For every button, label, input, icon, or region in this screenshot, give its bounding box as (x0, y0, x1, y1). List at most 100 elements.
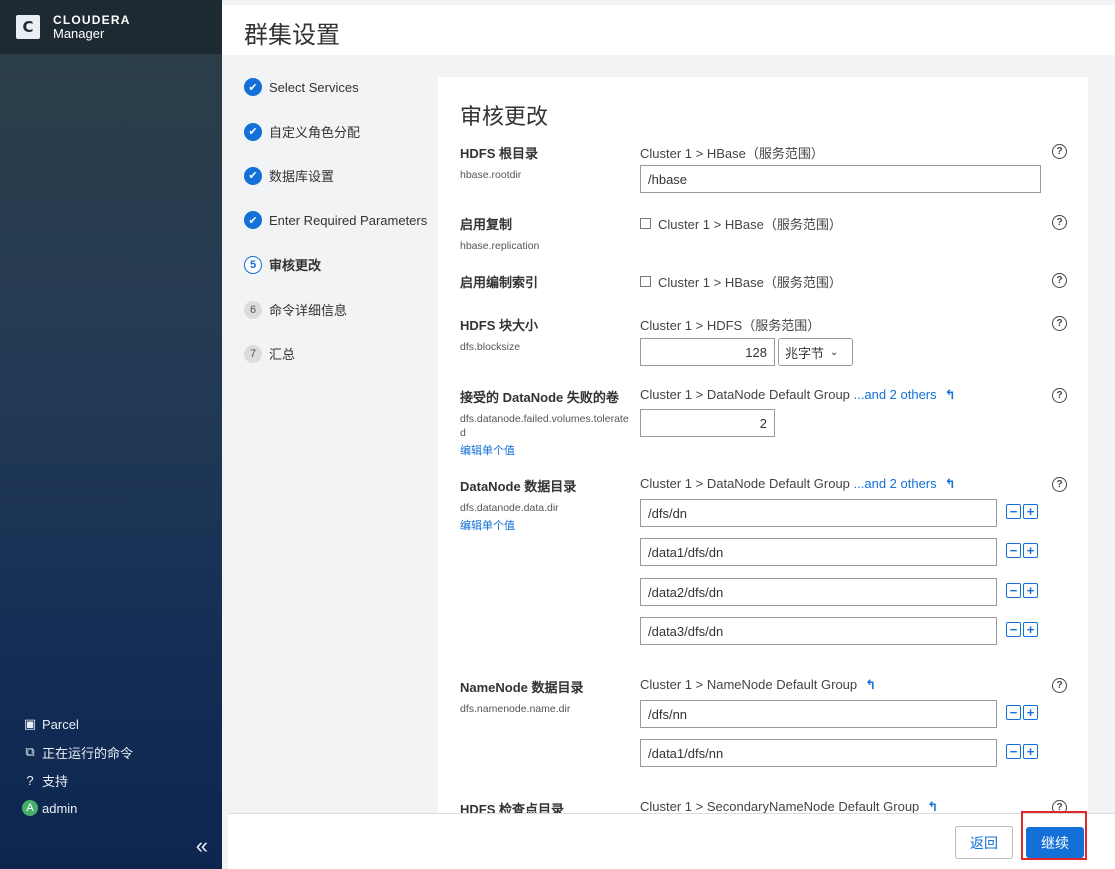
avatar: A (22, 800, 38, 816)
help-icon[interactable]: ? (1052, 388, 1067, 403)
param-scope: Cluster 1 > DataNode Default Group (640, 476, 854, 491)
brand-product: Manager (53, 26, 105, 41)
param-scope: Cluster 1 > HBase（服务范围） (658, 275, 842, 290)
undo-icon[interactable]: ↰ (865, 677, 876, 692)
and-others-link[interactable]: ...and 2 others (854, 476, 937, 491)
continue-button[interactable]: 继续 (1026, 827, 1084, 858)
sidebar: C CLOUDERA Manager ▣ Parcel ⧉ 正在运行的命令 ? … (0, 0, 222, 869)
check-icon: ✔ (244, 211, 262, 229)
sidebar-item-running-commands[interactable]: ⧉ 正在运行的命令 (22, 738, 133, 766)
page-header: 群集设置 (222, 0, 1115, 55)
remove-row-icon[interactable]: − (1006, 543, 1021, 558)
help-icon[interactable]: ? (1052, 316, 1067, 331)
undo-icon[interactable]: ↰ (927, 799, 938, 814)
failed-volumes-input[interactable]: 2 (640, 409, 775, 437)
brand[interactable]: C CLOUDERA Manager (0, 0, 222, 54)
hbase-rootdir-input[interactable]: /hbase (640, 165, 1041, 193)
sidebar-item-support[interactable]: ? 支持 (22, 766, 133, 794)
remove-row-icon[interactable]: − (1006, 744, 1021, 759)
step-summary: 7 汇总 (244, 344, 295, 363)
remove-row-icon[interactable]: − (1006, 504, 1021, 519)
param-scope: Cluster 1 > NameNode Default Group (640, 677, 858, 692)
param-key: dfs.datanode.data.dir (460, 502, 559, 514)
check-icon: ✔ (244, 122, 262, 141)
remove-row-icon[interactable]: − (1006, 583, 1021, 598)
param-scope: Cluster 1 > HDFS（服务范围） (640, 318, 821, 333)
and-others-link[interactable]: ...and 2 others (854, 387, 937, 402)
review-changes-panel: 审核更改 HDFS 根目录 hbase.rootdir Cluster 1 > … (438, 77, 1088, 817)
chevron-down-icon: ⌄ (830, 346, 839, 358)
datanode-dir-input[interactable]: /data3/dfs/dn (640, 617, 997, 645)
edit-individual-values-link[interactable]: 编辑单个值 (460, 442, 630, 458)
back-button[interactable]: 返回 (955, 826, 1013, 859)
continue-button-highlight: 继续 (1021, 811, 1087, 860)
check-icon: ✔ (244, 166, 262, 185)
undo-icon[interactable]: ↰ (945, 387, 956, 402)
edit-individual-values-link[interactable]: 编辑单个值 (460, 517, 630, 533)
namenode-dir-input[interactable]: /dfs/nn (640, 700, 997, 728)
param-key: dfs.namenode.name.dir (460, 703, 571, 715)
page-title: 群集设置 (244, 21, 340, 49)
step-label: Select Services (269, 79, 359, 95)
add-row-icon[interactable]: + (1023, 744, 1038, 759)
datanode-dir-input[interactable]: /data1/dfs/dn (640, 538, 997, 566)
parcel-icon: ▣ (23, 716, 37, 731)
remove-row-icon[interactable]: − (1006, 705, 1021, 720)
help-icon[interactable]: ? (1052, 144, 1067, 159)
add-row-icon[interactable]: + (1023, 622, 1038, 637)
blocksize-unit-select[interactable]: 兆字节 ⌄ (778, 338, 853, 366)
step-review-changes[interactable]: 5 审核更改 (244, 255, 321, 274)
checkbox-icon[interactable] (640, 218, 651, 229)
sidebar-item-parcel[interactable]: ▣ Parcel (22, 710, 133, 738)
help-icon[interactable]: ? (1052, 273, 1067, 288)
blocksize-input[interactable]: 128 (640, 338, 775, 366)
check-icon: ✔ (244, 78, 262, 96)
param-label: 启用编制索引 (460, 275, 539, 290)
help-icon[interactable]: ? (1052, 678, 1067, 693)
datanode-dir-input[interactable]: /dfs/dn (640, 499, 997, 527)
help-icon[interactable]: ? (1052, 477, 1067, 492)
running-commands-icon: ⧉ (25, 744, 35, 759)
datanode-dir-input[interactable]: /data2/dfs/dn (640, 578, 997, 606)
add-row-icon[interactable]: + (1023, 705, 1038, 720)
param-label: NameNode 数据目录 (460, 680, 584, 695)
param-key: dfs.blocksize (460, 341, 521, 353)
sidebar-item-user[interactable]: A admin (22, 794, 133, 822)
sidebar-item-label: 正在运行的命令 (42, 745, 134, 761)
help-icon[interactable]: ? (1052, 215, 1067, 230)
param-key: dfs.datanode.failed.volumes.tolerated (460, 413, 629, 439)
hbase-replication-checkbox[interactable]: Cluster 1 > HBase（服务范围） (640, 214, 842, 233)
sidebar-item-label: 支持 (42, 773, 69, 789)
step-database-setup[interactable]: ✔ 数据库设置 (244, 166, 334, 185)
param-label: HDFS 块大小 (460, 318, 539, 333)
user-name: admin (42, 800, 78, 816)
step-required-parameters[interactable]: ✔ Enter Required Parameters (244, 211, 427, 229)
step-label: 命令详细信息 (269, 303, 348, 318)
step-label: Enter Required Parameters (269, 212, 428, 228)
enable-indexing-checkbox[interactable]: Cluster 1 > HBase（服务范围） (640, 272, 842, 291)
param-label: 启用复制 (460, 217, 513, 232)
step-number: 5 (244, 255, 262, 274)
namenode-dir-input[interactable]: /data1/dfs/nn (640, 739, 997, 767)
cloudera-logo-icon: C (16, 15, 40, 39)
param-label: DataNode 数据目录 (460, 479, 577, 494)
add-row-icon[interactable]: + (1023, 504, 1038, 519)
add-row-icon[interactable]: + (1023, 583, 1038, 598)
undo-icon[interactable]: ↰ (945, 476, 956, 491)
param-scope: Cluster 1 > DataNode Default Group (640, 387, 854, 402)
remove-row-icon[interactable]: − (1006, 622, 1021, 637)
param-label: 接受的 DataNode 失败的卷 (460, 390, 619, 405)
step-number: 6 (244, 300, 262, 319)
param-scope: Cluster 1 > SecondaryNameNode Default Gr… (640, 799, 920, 814)
brand-name: CLOUDERA (53, 13, 131, 27)
collapse-sidebar-icon[interactable]: « (196, 833, 208, 859)
sidebar-bottom-nav: ▣ Parcel ⧉ 正在运行的命令 ? 支持 A admin (22, 710, 133, 822)
panel-title: 审核更改 (460, 105, 549, 130)
checkbox-icon[interactable] (640, 276, 651, 287)
step-select-services[interactable]: ✔ Select Services (244, 78, 359, 96)
unit-label: 兆字节 (785, 345, 825, 361)
step-label: 审核更改 (269, 258, 322, 273)
step-custom-role-assignment[interactable]: ✔ 自定义角色分配 (244, 122, 360, 141)
add-row-icon[interactable]: + (1023, 543, 1038, 558)
step-label: 汇总 (269, 347, 296, 362)
